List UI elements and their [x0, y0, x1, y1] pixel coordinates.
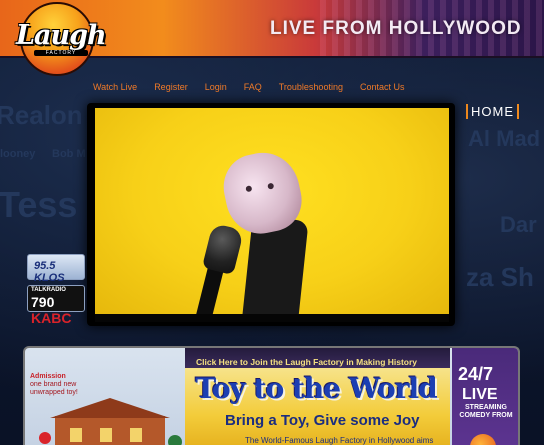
background-name: Tess [0, 184, 78, 225]
logo-text[interactable]: Laugh [16, 20, 107, 51]
banner-title: Toy to the World [195, 372, 437, 405]
nav-login[interactable]: Login [205, 82, 227, 92]
background-name: Al Mad [468, 126, 541, 151]
nav-faq[interactable]: FAQ [244, 82, 262, 92]
live-video-player[interactable] [95, 108, 449, 314]
kabc-number: 790 [31, 294, 55, 310]
admission-text: Admission one brand new unwrapped toy! [30, 373, 96, 397]
side-streaming-text: STREAMING COMEDY FROM [459, 404, 513, 420]
background-name: za Sh [466, 262, 534, 292]
gingerbread-castle-illustration [39, 398, 182, 445]
puppet-eye [267, 182, 275, 190]
side-24-7: 24/7 [458, 364, 494, 384]
kabc-label: 790 KABC [31, 294, 84, 326]
admission-heading: Admission [30, 373, 66, 380]
kabc-radio-badge[interactable]: TALKRADIO 790 KABC [27, 285, 85, 326]
microphone-handle [193, 264, 225, 314]
banner-subtitle: Bring a Toy, Give some Joy [225, 412, 420, 429]
background-name: Bob M [52, 148, 86, 160]
nav-register[interactable]: Register [154, 82, 188, 92]
talkradio-label: TALKRADIO [31, 287, 66, 293]
video-control-bar[interactable] [95, 314, 449, 322]
nav-troubleshooting[interactable]: Troubleshooting [279, 82, 343, 92]
banner-cta-link[interactable]: Click Here to Join the Laugh Factory in … [196, 357, 417, 367]
puppet-eye [245, 185, 253, 193]
background-name: Dar [500, 212, 537, 237]
home-button[interactable]: HOME [466, 104, 519, 119]
nav-watch-live[interactable]: Watch Live [93, 82, 137, 92]
klos-label: 95.5 KLOS [34, 260, 65, 284]
logo-subtext: FACTORY [34, 50, 88, 56]
banner-small-text: The World-Famous Laugh Factory in Hollyw… [245, 436, 434, 445]
background-name: Clooney [0, 148, 36, 160]
kabc-call: KABC [31, 310, 72, 326]
admission-detail: one brand new unwrapped toy! [30, 381, 78, 397]
klos-radio-badge[interactable]: 95.5 KLOS [27, 254, 85, 284]
microphone [201, 222, 245, 276]
background-name: Realon [0, 100, 83, 130]
header-tagline: LIVE FROM HOLLYWOOD [270, 18, 522, 39]
nav-contact-us[interactable]: Contact Us [360, 82, 405, 92]
main-nav: Watch Live Register Login FAQ Troublesho… [93, 82, 422, 92]
side-live: LIVE [462, 386, 498, 403]
